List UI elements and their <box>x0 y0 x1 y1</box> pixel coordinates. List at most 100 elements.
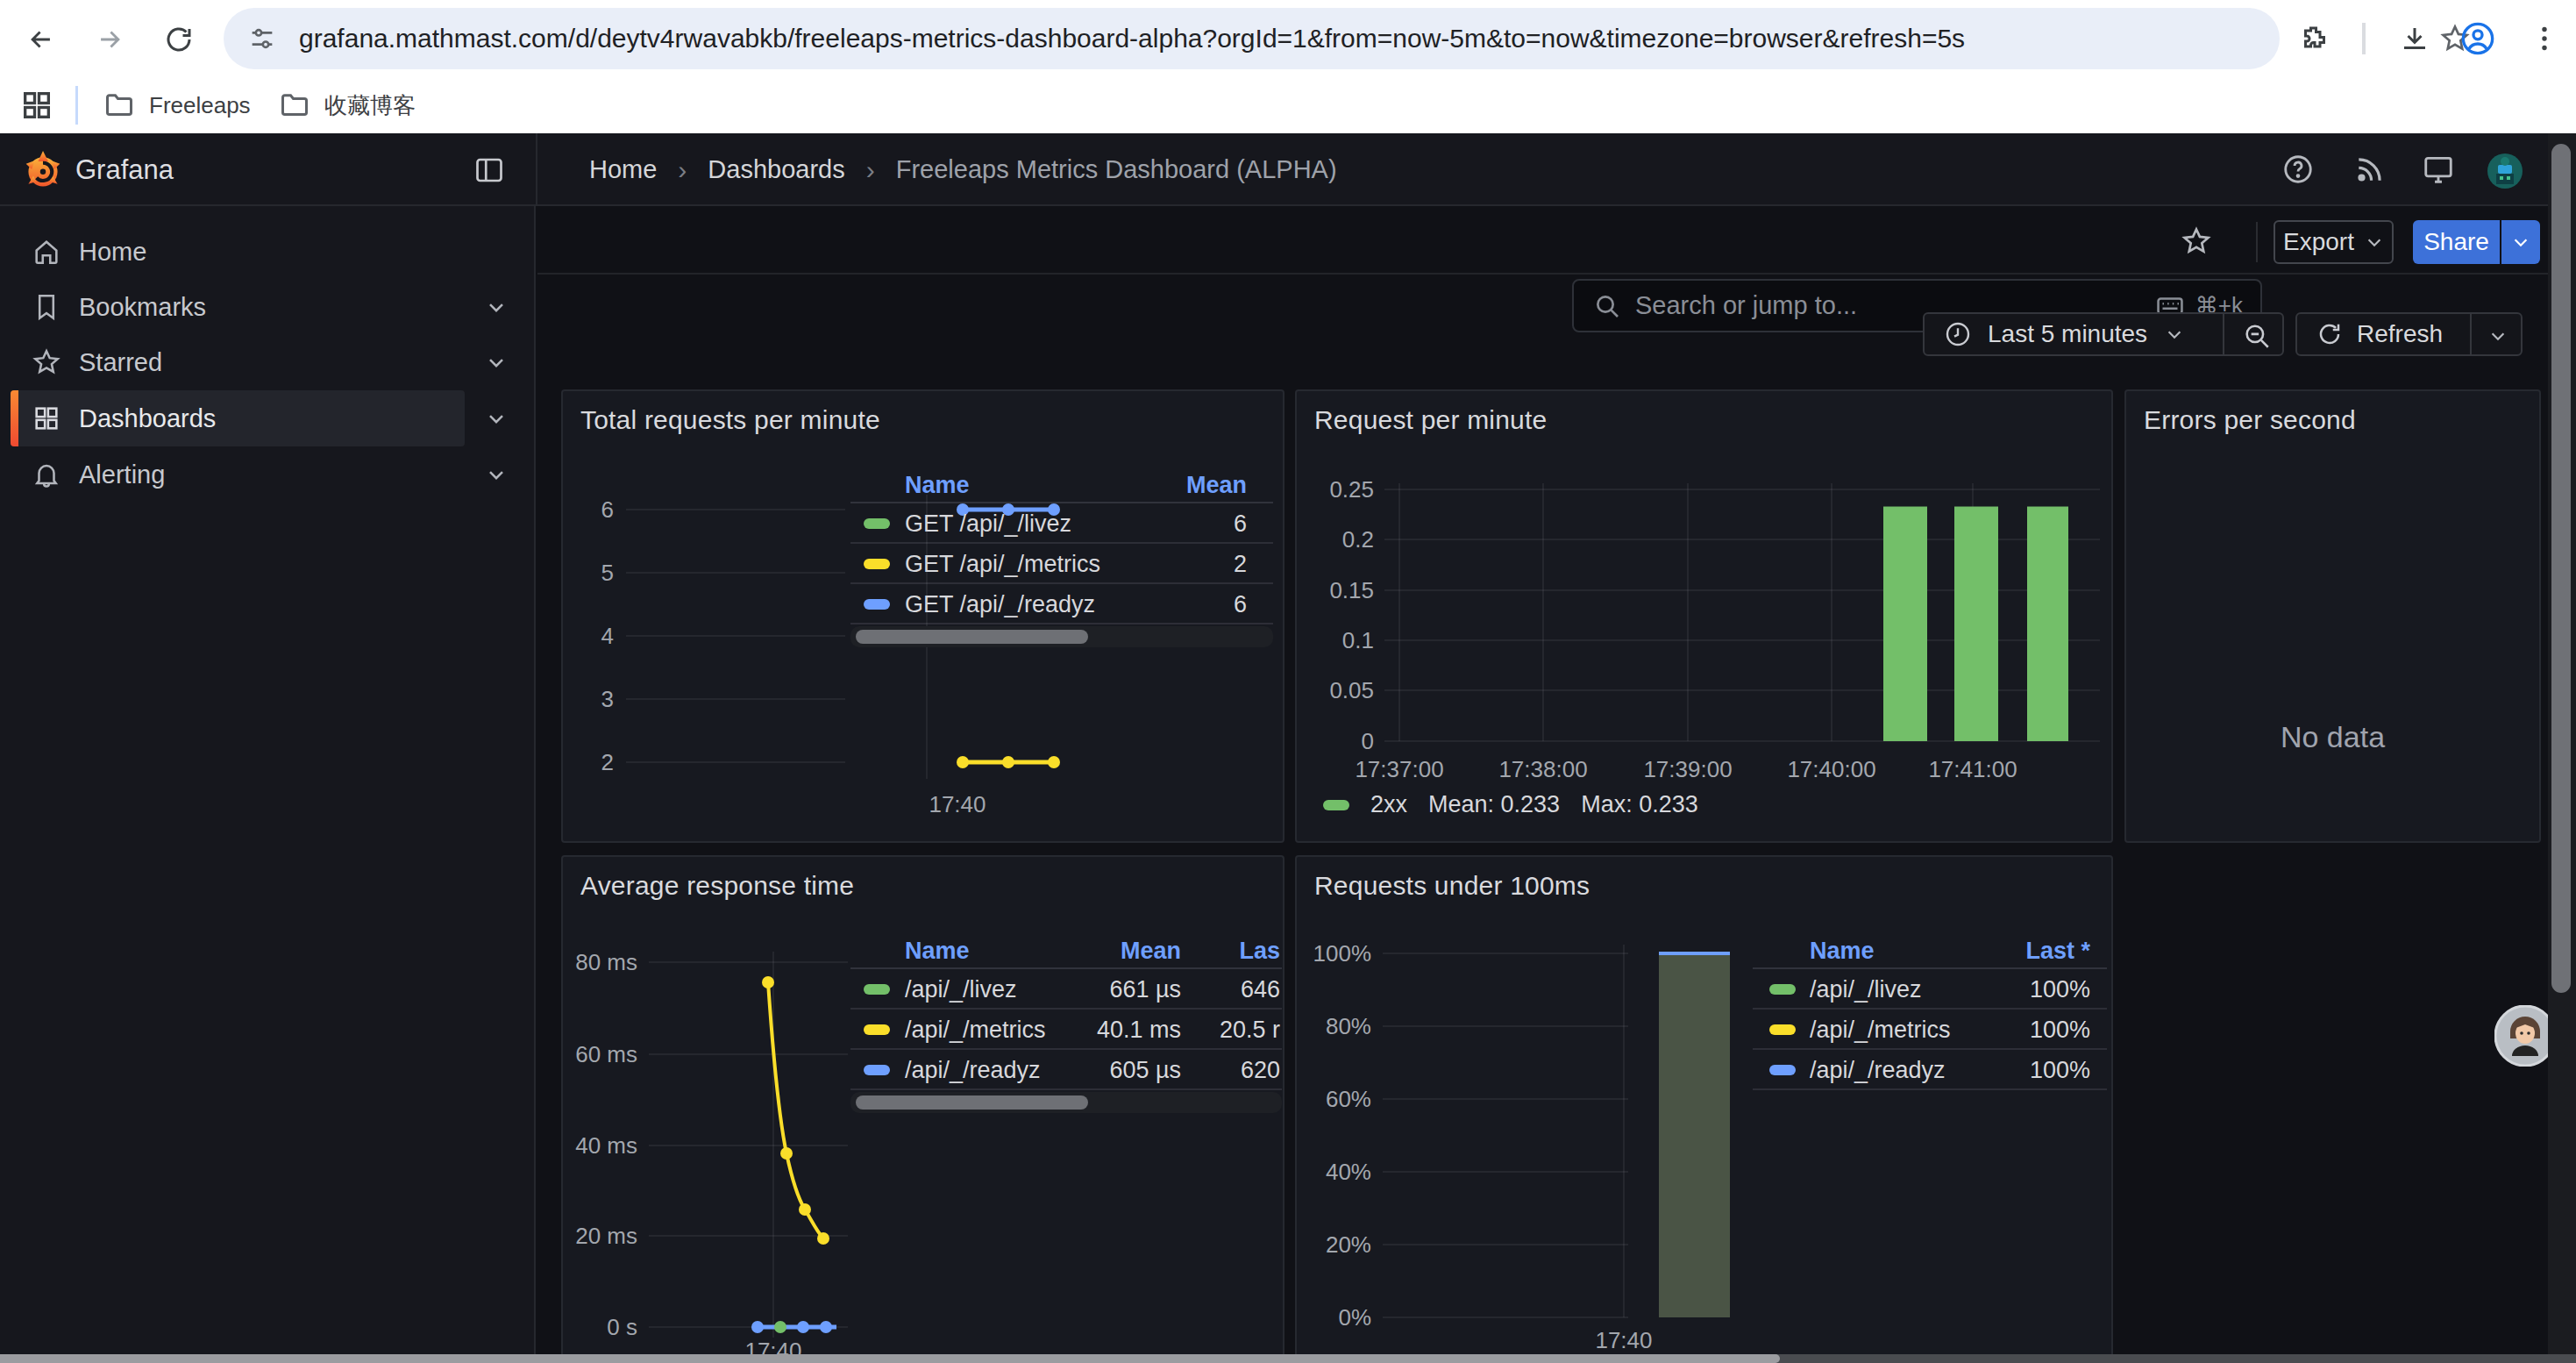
chart-canvas: 0.250.20.150.10.05017:37:0017:38:0017:39… <box>1297 391 2111 841</box>
sidebar-toggle-icon[interactable] <box>473 154 505 186</box>
legend-col-name[interactable]: Name <box>1810 938 1875 965</box>
brand-title[interactable]: Grafana <box>75 133 174 206</box>
legend-row[interactable]: /api/_/livez100% <box>1753 969 2107 1010</box>
panel-title[interactable]: Errors per second <box>2144 405 2356 435</box>
svg-text:20 ms: 20 ms <box>575 1223 637 1249</box>
sidebar-item-label: Bookmarks <box>79 293 206 322</box>
sidebar-item-bookmarks[interactable]: Bookmarks <box>0 279 536 335</box>
extensions-icon[interactable] <box>2299 23 2330 54</box>
legend-scrollbar-thumb[interactable] <box>856 630 1088 644</box>
legend-col[interactable]: Last * <box>2025 938 2090 965</box>
search-placeholder: Search or jump to... <box>1635 291 1857 320</box>
series-name: GET /api/_/metrics <box>905 551 1100 578</box>
grafana-logo[interactable] <box>23 150 63 190</box>
bookmark-label: 收藏博客 <box>324 90 416 121</box>
bookmark-folder-freeleaps[interactable]: Freeleaps <box>103 89 251 121</box>
svg-text:17:40: 17:40 <box>1595 1327 1652 1353</box>
sidebar-item-starred[interactable]: Starred <box>0 334 536 390</box>
svg-text:17:41:00: 17:41:00 <box>1928 756 2017 782</box>
breadcrumb-home[interactable]: Home <box>589 155 657 184</box>
forward-icon[interactable] <box>95 25 125 54</box>
url-bar[interactable]: grafana.mathmast.com/d/deytv4rwavabkb/fr… <box>224 8 2280 69</box>
help-icon[interactable] <box>2281 153 2315 186</box>
monitor-icon[interactable] <box>2422 153 2455 186</box>
favorite-star-icon[interactable] <box>2181 225 2212 257</box>
breadcrumb: Home › Dashboards › Freeleaps Metrics Da… <box>589 133 1337 206</box>
news-rss-icon[interactable] <box>2353 153 2387 186</box>
header-divider <box>536 133 537 206</box>
series-name: /api/_/readyz <box>1810 1057 1946 1084</box>
sidebar-item-dashboards[interactable]: Dashboards <box>0 390 536 446</box>
dashboard-toolbar: Export Share <box>537 206 2576 275</box>
site-settings-icon[interactable] <box>248 25 276 53</box>
apps-icon <box>32 403 61 433</box>
series-value: 100% <box>2030 976 2090 1003</box>
time-range-label[interactable]: Last 5 minutes <box>1988 320 2147 348</box>
horizontal-scrollbar-track[interactable] <box>0 1354 2576 1363</box>
svg-text:3: 3 <box>601 686 614 712</box>
vertical-scrollbar-thumb[interactable] <box>2551 144 2571 993</box>
sidebar-item-alerting[interactable]: Alerting <box>0 446 536 503</box>
legend-row[interactable]: /api/_/metrics100% <box>1753 1010 2107 1050</box>
series-color-pill <box>864 1024 890 1035</box>
svg-text:0.15: 0.15 <box>1329 577 1374 603</box>
toolbar-divider <box>2256 222 2258 262</box>
refresh-icon[interactable] <box>2316 321 2343 347</box>
series-color-pill <box>1769 984 1796 995</box>
browser-toolbar: grafana.mathmast.com/d/deytv4rwavabkb/fr… <box>0 0 2576 77</box>
legend-row[interactable]: /api/_/livez661 µs646 <box>850 969 1282 1010</box>
series-name: /api/_/readyz <box>905 1057 1041 1084</box>
breadcrumb-dashboards[interactable]: Dashboards <box>708 155 844 184</box>
legend-row[interactable]: /api/_/readyz100% <box>1753 1050 2107 1090</box>
apps-grid-icon[interactable] <box>19 88 54 123</box>
legend-row[interactable]: /api/_/readyz605 µs620 <box>850 1050 1282 1090</box>
series-value: 646 <box>1241 976 1280 1003</box>
bookmark-folder-blogs[interactable]: 收藏博客 <box>279 89 416 121</box>
chevron-down-icon[interactable] <box>484 350 509 375</box>
series-name: /api/_/metrics <box>1810 1017 1951 1044</box>
chevron-down-icon[interactable] <box>484 295 509 319</box>
legend-scrollbar[interactable] <box>850 626 1273 647</box>
legend-col[interactable]: Mean <box>1121 938 1181 965</box>
legend-scrollbar-thumb[interactable] <box>856 1095 1088 1110</box>
zoom-out-icon[interactable] <box>2242 321 2272 351</box>
search-icon <box>1593 292 1621 320</box>
legend-row[interactable]: GET /api/_/readyz6 <box>850 584 1273 624</box>
browser-menu-icon[interactable] <box>2529 23 2560 54</box>
legend-col-name[interactable]: Name <box>905 938 970 965</box>
back-icon[interactable] <box>26 25 56 54</box>
refresh-group: Refresh <box>2295 312 2523 356</box>
no-data-label: No data <box>2126 720 2539 754</box>
reload-icon[interactable] <box>163 24 195 55</box>
series-name: GET /api/_/livez <box>905 510 1071 538</box>
assistant-avatar[interactable] <box>2494 1005 2556 1067</box>
panel-total-requests: Total requests per minute 6543217:40Name… <box>561 389 1284 843</box>
legend-scrollbar[interactable] <box>850 1092 1282 1113</box>
export-button[interactable]: Export <box>2274 220 2394 264</box>
user-avatar[interactable] <box>2487 153 2523 189</box>
legend-row[interactable]: GET /api/_/metrics2 <box>850 544 1273 584</box>
legend-inline[interactable]: 2xxMean: 0.233Max: 0.233 <box>1323 791 1698 818</box>
download-icon[interactable] <box>2399 23 2430 54</box>
legend-col-name[interactable]: Name <box>905 472 970 499</box>
star-icon <box>32 347 61 377</box>
series-color-pill <box>1769 1024 1796 1035</box>
legend-col[interactable]: Las <box>1239 938 1280 965</box>
profile-icon[interactable] <box>2460 21 2495 56</box>
svg-text:17:39:00: 17:39:00 <box>1643 756 1732 782</box>
svg-text:60 ms: 60 ms <box>575 1041 637 1067</box>
chevron-down-icon[interactable] <box>484 462 509 487</box>
legend-row[interactable]: GET /api/_/livez6 <box>850 503 1273 544</box>
chevron-down-icon[interactable] <box>484 406 509 431</box>
chevron-down-icon[interactable] <box>2165 325 2184 344</box>
horizontal-scrollbar-thumb[interactable] <box>0 1354 1780 1363</box>
share-button[interactable]: Share <box>2413 220 2500 264</box>
legend-col[interactable]: Mean <box>1186 472 1247 499</box>
share-menu-button[interactable] <box>2501 220 2540 264</box>
bookmark-label: Freeleaps <box>149 92 251 119</box>
chevron-down-icon[interactable] <box>2488 326 2508 346</box>
legend-row[interactable]: /api/_/metrics40.1 ms20.5 r <box>850 1010 1282 1050</box>
sidebar-item-home[interactable]: Home <box>0 224 536 280</box>
clock-icon <box>1944 320 1972 348</box>
refresh-label[interactable]: Refresh <box>2357 320 2443 348</box>
